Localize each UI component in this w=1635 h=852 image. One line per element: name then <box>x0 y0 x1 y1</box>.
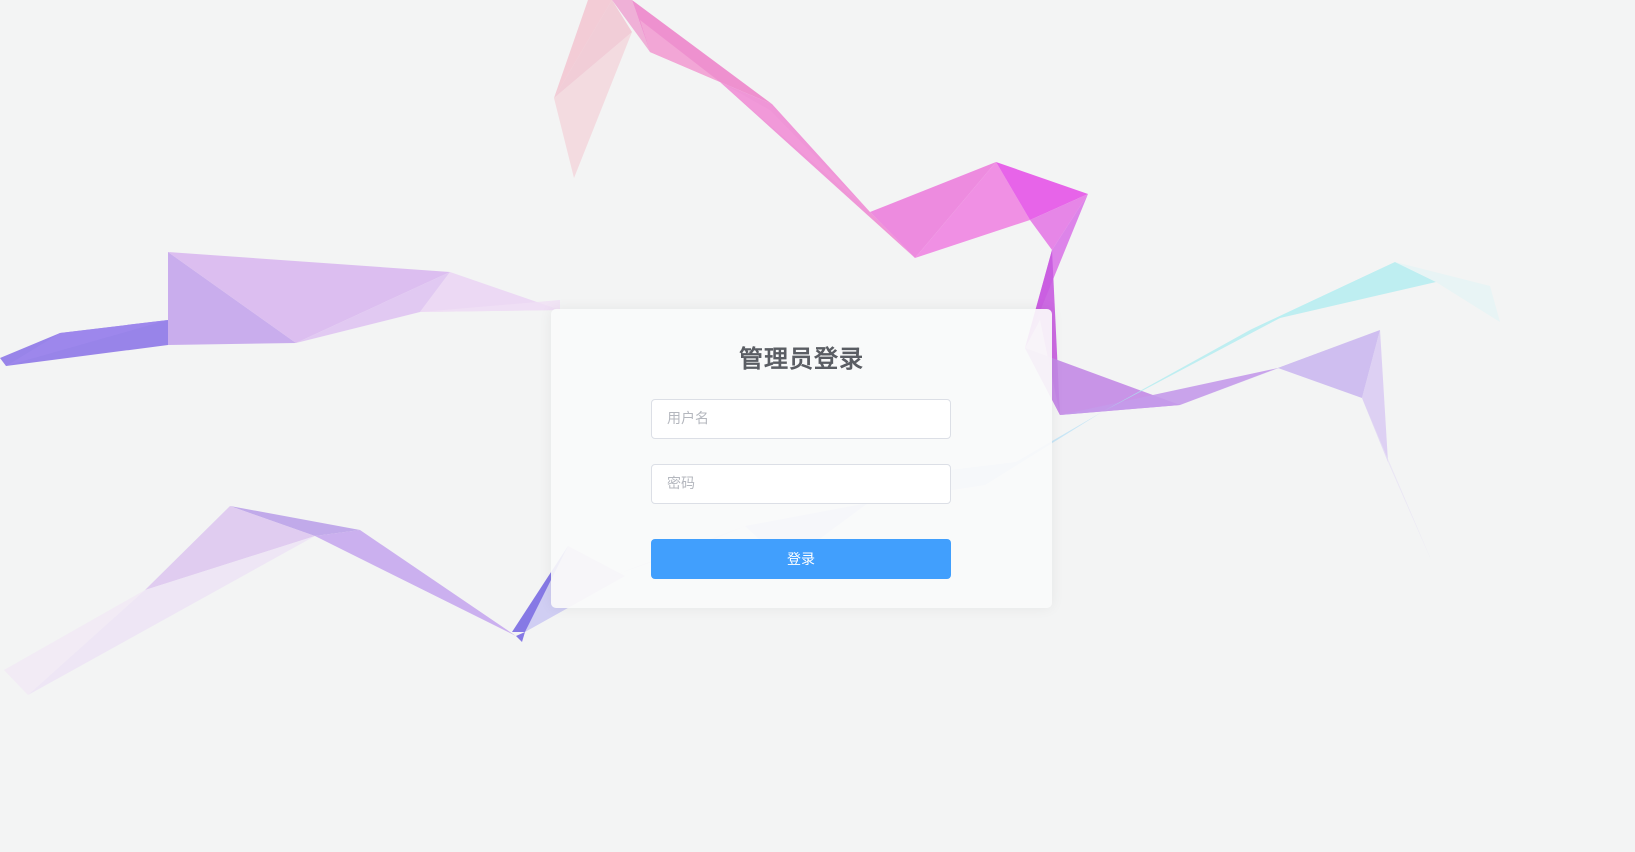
lilac-ribbon-lower-left <box>4 506 525 695</box>
login-card: 管理员登录 登录 <box>551 309 1052 608</box>
login-button[interactable]: 登录 <box>651 539 951 579</box>
violet-ribbon-left <box>0 252 560 366</box>
username-input[interactable] <box>651 399 951 439</box>
login-title: 管理员登录 <box>739 345 864 373</box>
password-input[interactable] <box>651 464 951 504</box>
violet-ribbon-right <box>1025 330 1432 562</box>
